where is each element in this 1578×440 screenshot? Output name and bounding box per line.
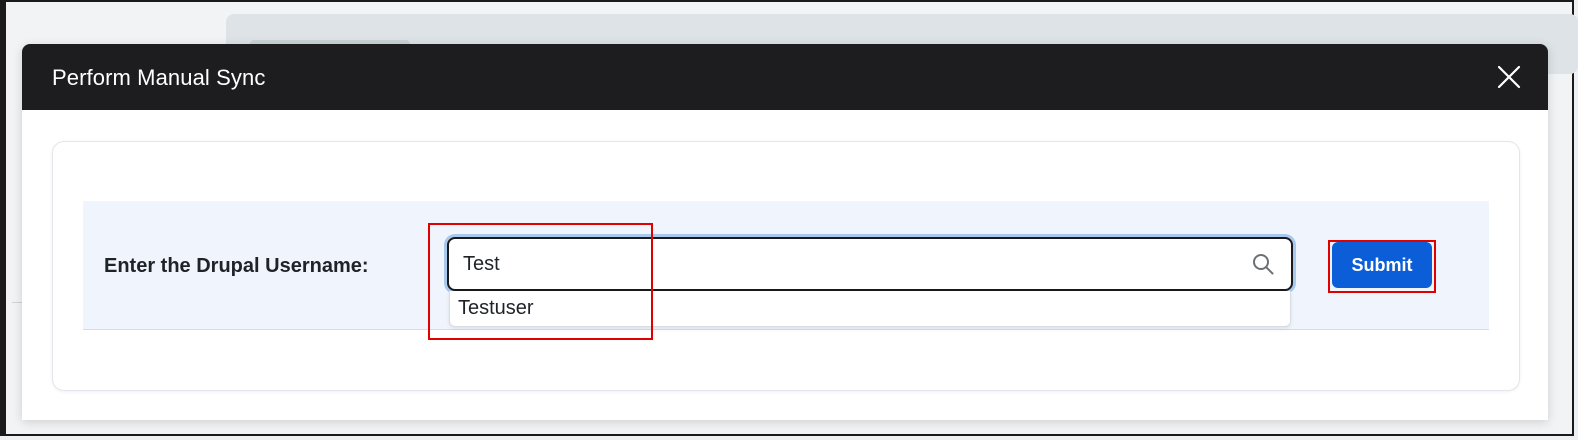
autocomplete-option[interactable]: Testuser — [458, 297, 534, 320]
username-form-row: Enter the Drupal Username: Testuser Subm… — [83, 201, 1489, 330]
close-icon — [1497, 65, 1521, 89]
username-search-field[interactable] — [447, 237, 1293, 291]
form-card: Enter the Drupal Username: Testuser Subm… — [52, 141, 1520, 391]
modal-title: Perform Manual Sync — [52, 65, 266, 90]
autocomplete-dropdown: Testuser — [449, 291, 1291, 327]
modal-header: Perform Manual Sync — [22, 44, 1548, 110]
submit-button[interactable]: Submit — [1332, 242, 1432, 288]
username-search-input[interactable] — [463, 249, 1223, 279]
username-label: Enter the Drupal Username: — [104, 255, 369, 277]
search-icon[interactable] — [1251, 252, 1275, 276]
close-button[interactable] — [1496, 64, 1522, 90]
manual-sync-modal: Perform Manual Sync Enter the Drupal Use… — [22, 44, 1548, 420]
